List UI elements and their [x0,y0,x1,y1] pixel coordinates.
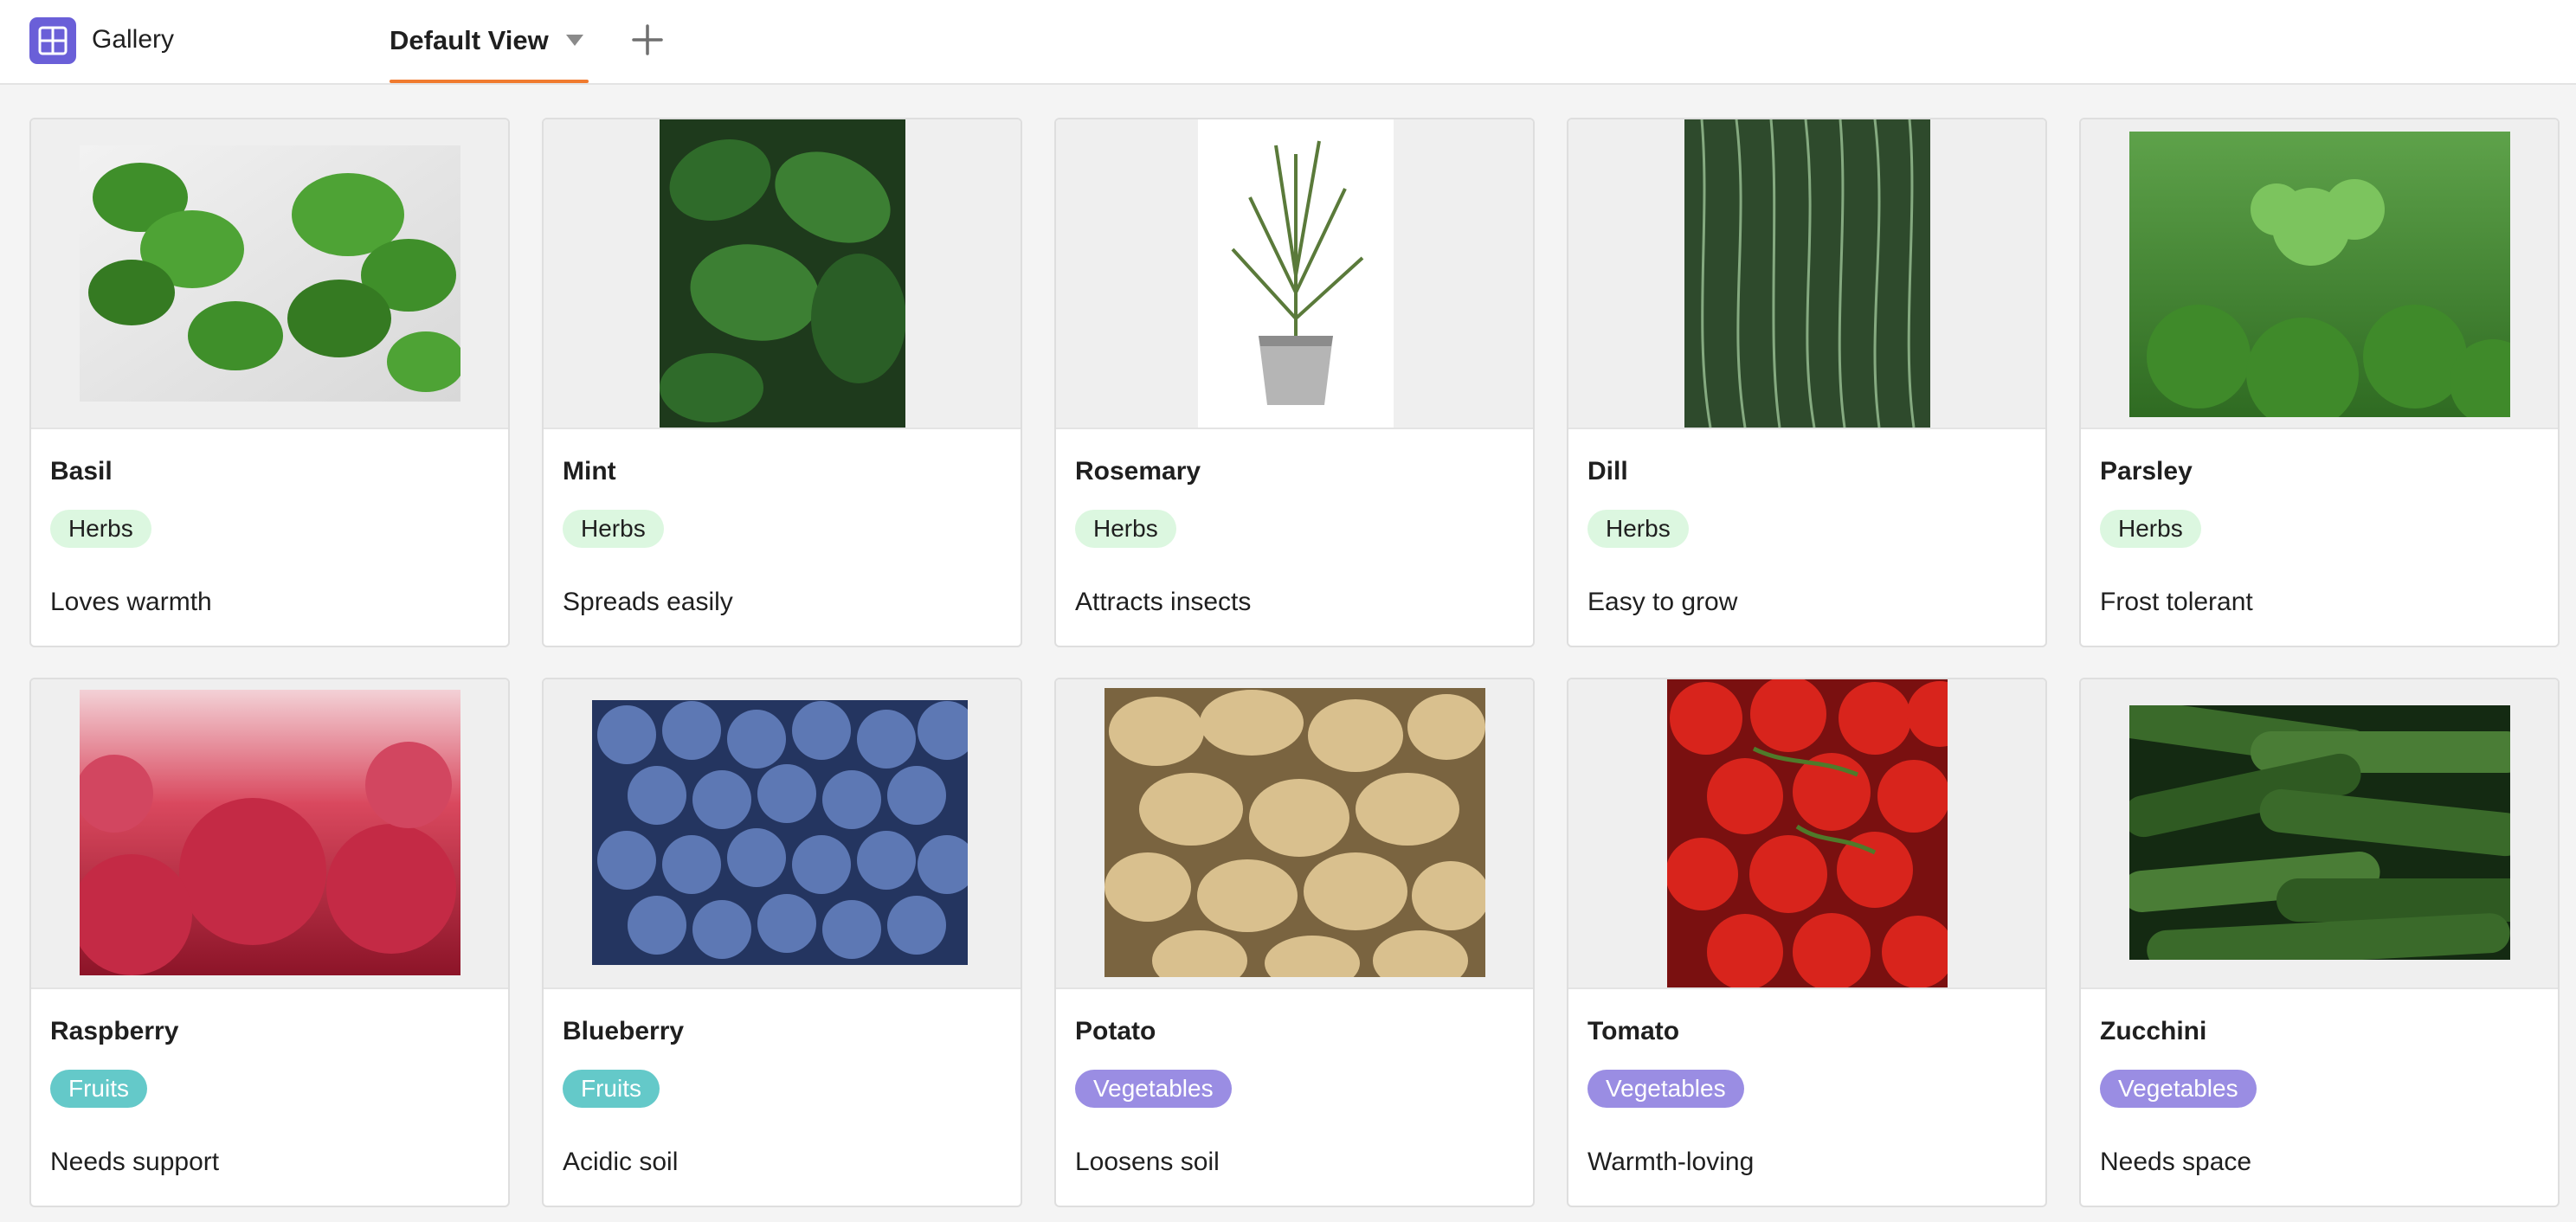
active-tab-indicator [390,80,589,83]
rosemary-photo [1198,119,1394,428]
card-title: Raspberry [50,1017,179,1045]
tab-default-view[interactable]: Default View [390,0,589,83]
card-note: Needs support [50,1148,220,1176]
card-image [31,679,508,989]
zucchini-photo [2129,705,2510,960]
grid-icon[interactable] [29,17,76,64]
raspberry-photo [80,690,460,975]
category-tag: Herbs [2100,510,2201,548]
potato-photo [1104,688,1485,977]
card-note: Frost tolerant [2100,588,2253,616]
card-title: Basil [50,457,113,486]
tab-label: Default View [390,25,549,55]
card-note: Attracts insects [1075,588,1252,616]
gallery-card[interactable]: Raspberry Fruits Needs support [29,678,510,1207]
card-note: Loosens soil [1075,1148,1220,1176]
card-note: Warmth-loving [1587,1148,1755,1176]
gallery-card[interactable]: Basil Herbs Loves warmth [29,118,510,647]
basil-photo [80,145,460,402]
dill-photo [1684,119,1930,428]
tomato-photo [1667,679,1948,987]
card-title: Parsley [2100,457,2193,486]
card-title: Zucchini [2100,1017,2207,1045]
card-image [544,119,1021,429]
card-image [31,119,508,429]
card-title: Tomato [1587,1017,1680,1045]
card-note: Easy to grow [1587,588,1738,616]
card-image [1056,679,1533,989]
gallery-card[interactable]: Rosemary Herbs Attracts insects [1054,118,1535,647]
card-title: Blueberry [563,1017,685,1045]
mint-photo [660,119,905,428]
card-note: Loves warmth [50,588,212,616]
gallery-card[interactable]: Parsley Herbs Frost tolerant [2079,118,2560,647]
gallery-card[interactable]: Dill Herbs Easy to grow [1567,118,2047,647]
category-tag: Herbs [563,510,664,548]
blueberry-photo [592,700,968,965]
gallery-card[interactable]: Potato Vegetables Loosens soil [1054,678,1535,1207]
category-tag: Herbs [1075,510,1176,548]
category-tag: Fruits [50,1070,147,1108]
card-image [1568,679,2045,989]
card-title: Mint [563,457,616,486]
card-image [1568,119,2045,429]
category-tag: Vegetables [2100,1070,2257,1108]
category-tag: Herbs [1587,510,1689,548]
card-note: Needs space [2100,1148,2252,1176]
category-tag: Herbs [50,510,151,548]
gallery-card[interactable]: Tomato Vegetables Warmth-loving [1567,678,2047,1207]
card-title: Dill [1587,457,1628,486]
category-tag: Vegetables [1075,1070,1232,1108]
top-bar: Gallery Default View [0,0,2576,85]
caret-down-icon[interactable] [566,35,583,47]
category-tag: Fruits [563,1070,660,1108]
card-image [2081,679,2558,989]
card-note: Spreads easily [563,588,733,616]
plus-icon[interactable] [630,23,665,57]
parsley-photo [2129,132,2510,417]
card-image [2081,119,2558,429]
gallery-card[interactable]: Mint Herbs Spreads easily [542,118,1022,647]
gallery-card[interactable]: Blueberry Fruits Acidic soil [542,678,1022,1207]
card-note: Acidic soil [563,1148,679,1176]
card-image [544,679,1021,989]
category-tag: Vegetables [1587,1070,1744,1108]
gallery-card[interactable]: Zucchini Vegetables Needs space [2079,678,2560,1207]
card-title: Potato [1075,1017,1156,1045]
app-title: Gallery [92,25,175,54]
card-image [1056,119,1533,429]
card-title: Rosemary [1075,457,1201,486]
